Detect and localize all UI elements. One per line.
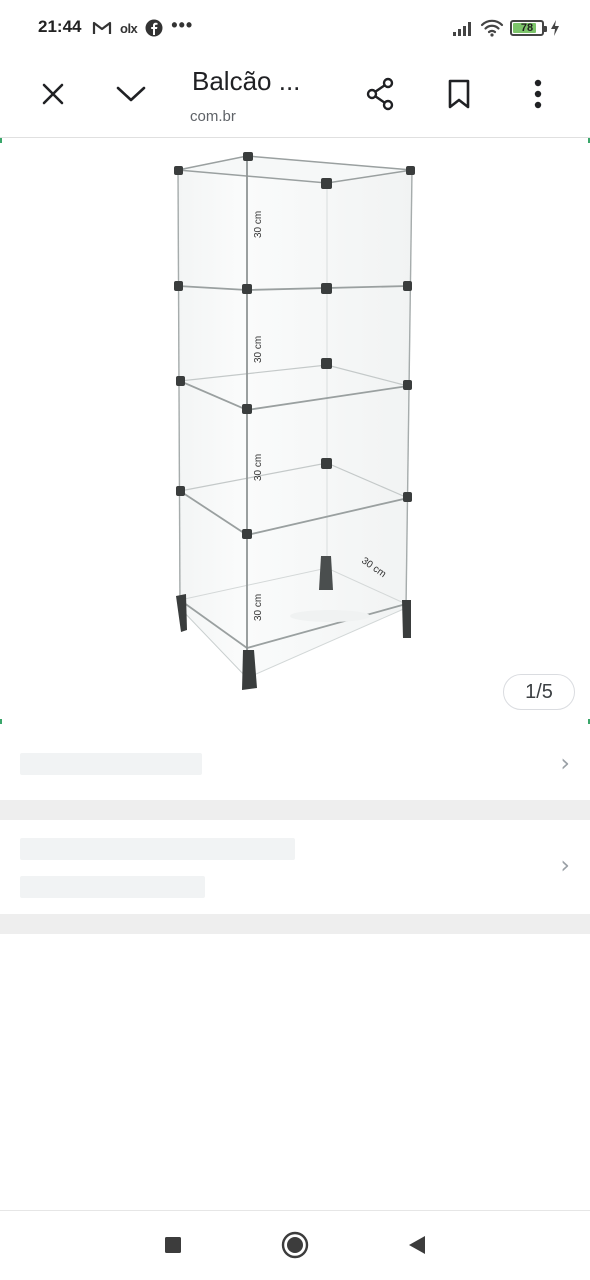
list-item[interactable]: › <box>0 724 590 800</box>
loading-placeholder <box>20 876 205 898</box>
list-item[interactable]: › <box>0 820 590 914</box>
olx-icon: olx <box>120 20 138 36</box>
battery-tip <box>544 26 547 32</box>
dimension-label: 30 cm <box>253 454 264 481</box>
back-button[interactable] <box>399 1229 435 1265</box>
product-image-carousel[interactable]: 30 cm 30 cm 30 cm 30 cm 30 cm 1/5 <box>0 138 590 724</box>
battery-level: 78 <box>520 22 534 34</box>
home-button[interactable] <box>277 1229 313 1265</box>
signal-icon <box>452 20 474 36</box>
home-circle-icon <box>281 1231 309 1264</box>
recents-square-icon <box>164 1236 182 1259</box>
browser-toolbar: Balcão ... com.br <box>0 56 590 138</box>
more-dots-icon: ••• <box>171 15 194 35</box>
minimize-button[interactable] <box>105 70 157 122</box>
dimension-label: 30 cm <box>253 211 264 238</box>
title-block[interactable]: Balcão ... com.br <box>190 62 340 126</box>
overflow-menu-icon <box>534 79 542 114</box>
loading-placeholder <box>20 838 295 860</box>
bookmark-button[interactable] <box>433 70 485 122</box>
system-navigation-bar <box>0 1210 590 1280</box>
dimension-label: 30 cm <box>253 594 264 621</box>
facebook-icon <box>145 19 163 37</box>
battery-icon: 78 <box>510 20 547 36</box>
share-icon <box>364 77 396 116</box>
close-icon <box>40 81 66 112</box>
overflow-menu-button[interactable] <box>512 70 564 122</box>
status-time: 21:44 <box>38 17 82 36</box>
dimension-label: 30 cm <box>253 336 264 363</box>
chevron-down-icon <box>116 84 146 109</box>
notification-icons: olx ••• <box>92 16 193 40</box>
share-button[interactable] <box>354 70 406 122</box>
page-url: com.br <box>190 108 236 125</box>
charging-bolt-icon <box>550 20 560 36</box>
loading-placeholder <box>20 753 202 775</box>
chevron-right-icon: › <box>560 749 570 777</box>
status-bar: 21:44 olx ••• 78 <box>0 0 590 56</box>
gmail-icon <box>92 20 112 36</box>
back-triangle-icon <box>407 1234 427 1261</box>
crop-marker <box>0 138 2 143</box>
close-button[interactable] <box>27 70 79 122</box>
recents-button[interactable] <box>155 1229 191 1265</box>
chevron-right-icon: › <box>560 851 570 879</box>
wifi-icon <box>480 19 504 37</box>
system-icons: 78 <box>452 16 560 40</box>
page-title: Balcão ... <box>192 66 301 96</box>
section-divider <box>0 800 590 820</box>
section-divider <box>0 914 590 934</box>
glass-display-cabinet-image: 30 cm 30 cm 30 cm 30 cm 30 cm <box>174 152 415 690</box>
bookmark-icon <box>447 79 471 114</box>
image-page-indicator: 1/5 <box>503 674 575 710</box>
